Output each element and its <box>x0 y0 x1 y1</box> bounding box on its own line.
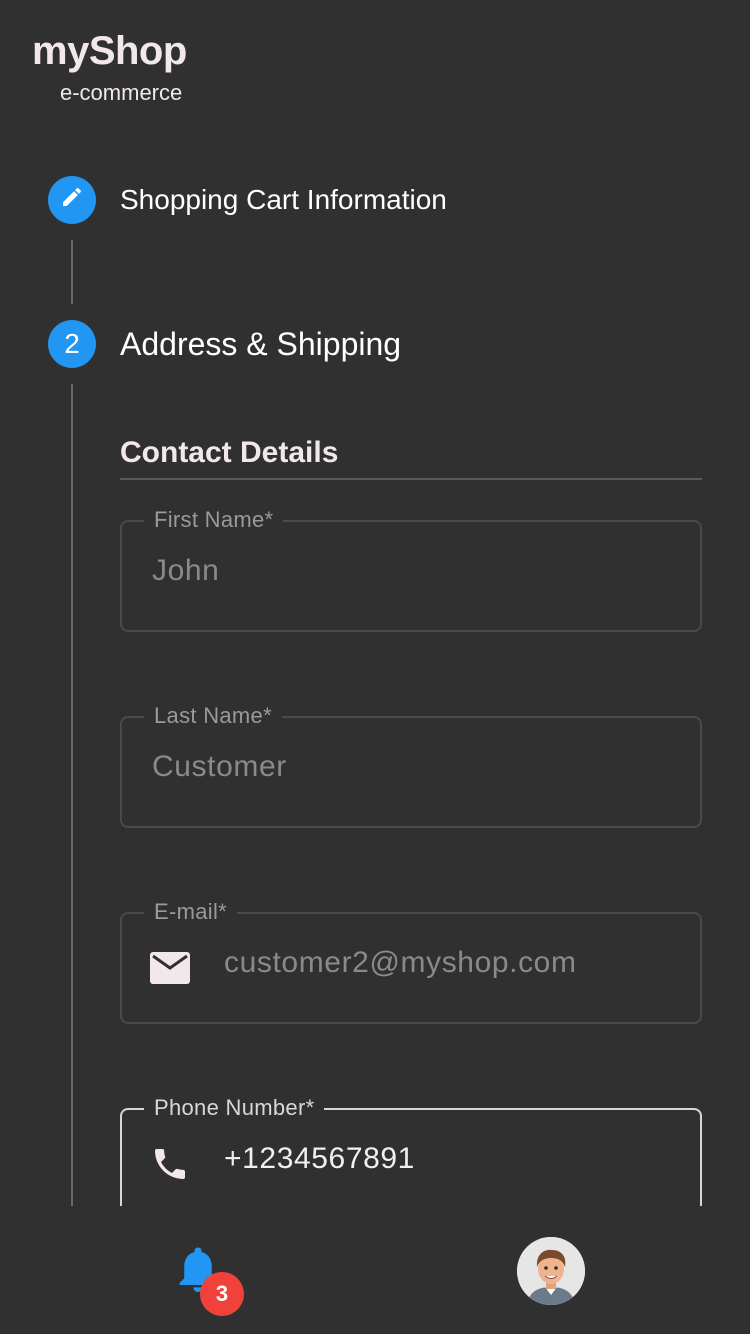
step-2-indicator[interactable]: 2 <box>48 320 96 368</box>
avatar[interactable] <box>517 1237 585 1305</box>
email-input[interactable]: customer2@myshop.com <box>224 946 577 980</box>
last-name-label: Last Name* <box>144 703 282 729</box>
first-name-input[interactable]: John <box>152 554 219 588</box>
first-name-field[interactable]: First Name* John <box>120 507 702 632</box>
step-2-number: 2 <box>64 328 80 359</box>
section-divider <box>120 478 702 480</box>
last-name-field[interactable]: Last Name* Customer <box>120 703 702 828</box>
step-connector <box>71 240 73 304</box>
bottom-navigation <box>0 1206 750 1334</box>
step-content-line <box>71 384 73 1206</box>
app-title: myShop <box>32 29 187 73</box>
notification-count-badge: 3 <box>200 1272 244 1316</box>
mail-icon <box>148 948 192 988</box>
first-name-label: First Name* <box>144 507 284 533</box>
app-subtitle: e-commerce <box>60 80 183 105</box>
last-name-input[interactable]: Customer <box>152 750 287 784</box>
contact-details-heading: Contact Details <box>120 436 339 469</box>
step-1-indicator[interactable] <box>48 176 96 224</box>
step-2-title[interactable]: Address & Shipping <box>120 326 401 363</box>
phone-icon <box>148 1144 192 1184</box>
email-label: E-mail* <box>144 899 237 925</box>
email-field[interactable]: E-mail* customer2@myshop.com <box>120 899 702 1024</box>
pencil-icon <box>60 184 84 216</box>
step-1-title[interactable]: Shopping Cart Information <box>120 184 447 216</box>
phone-label: Phone Number* <box>144 1095 325 1121</box>
phone-input[interactable]: +1234567891 <box>224 1142 415 1176</box>
brand-logo[interactable]: myShop e-commerce <box>32 28 187 105</box>
